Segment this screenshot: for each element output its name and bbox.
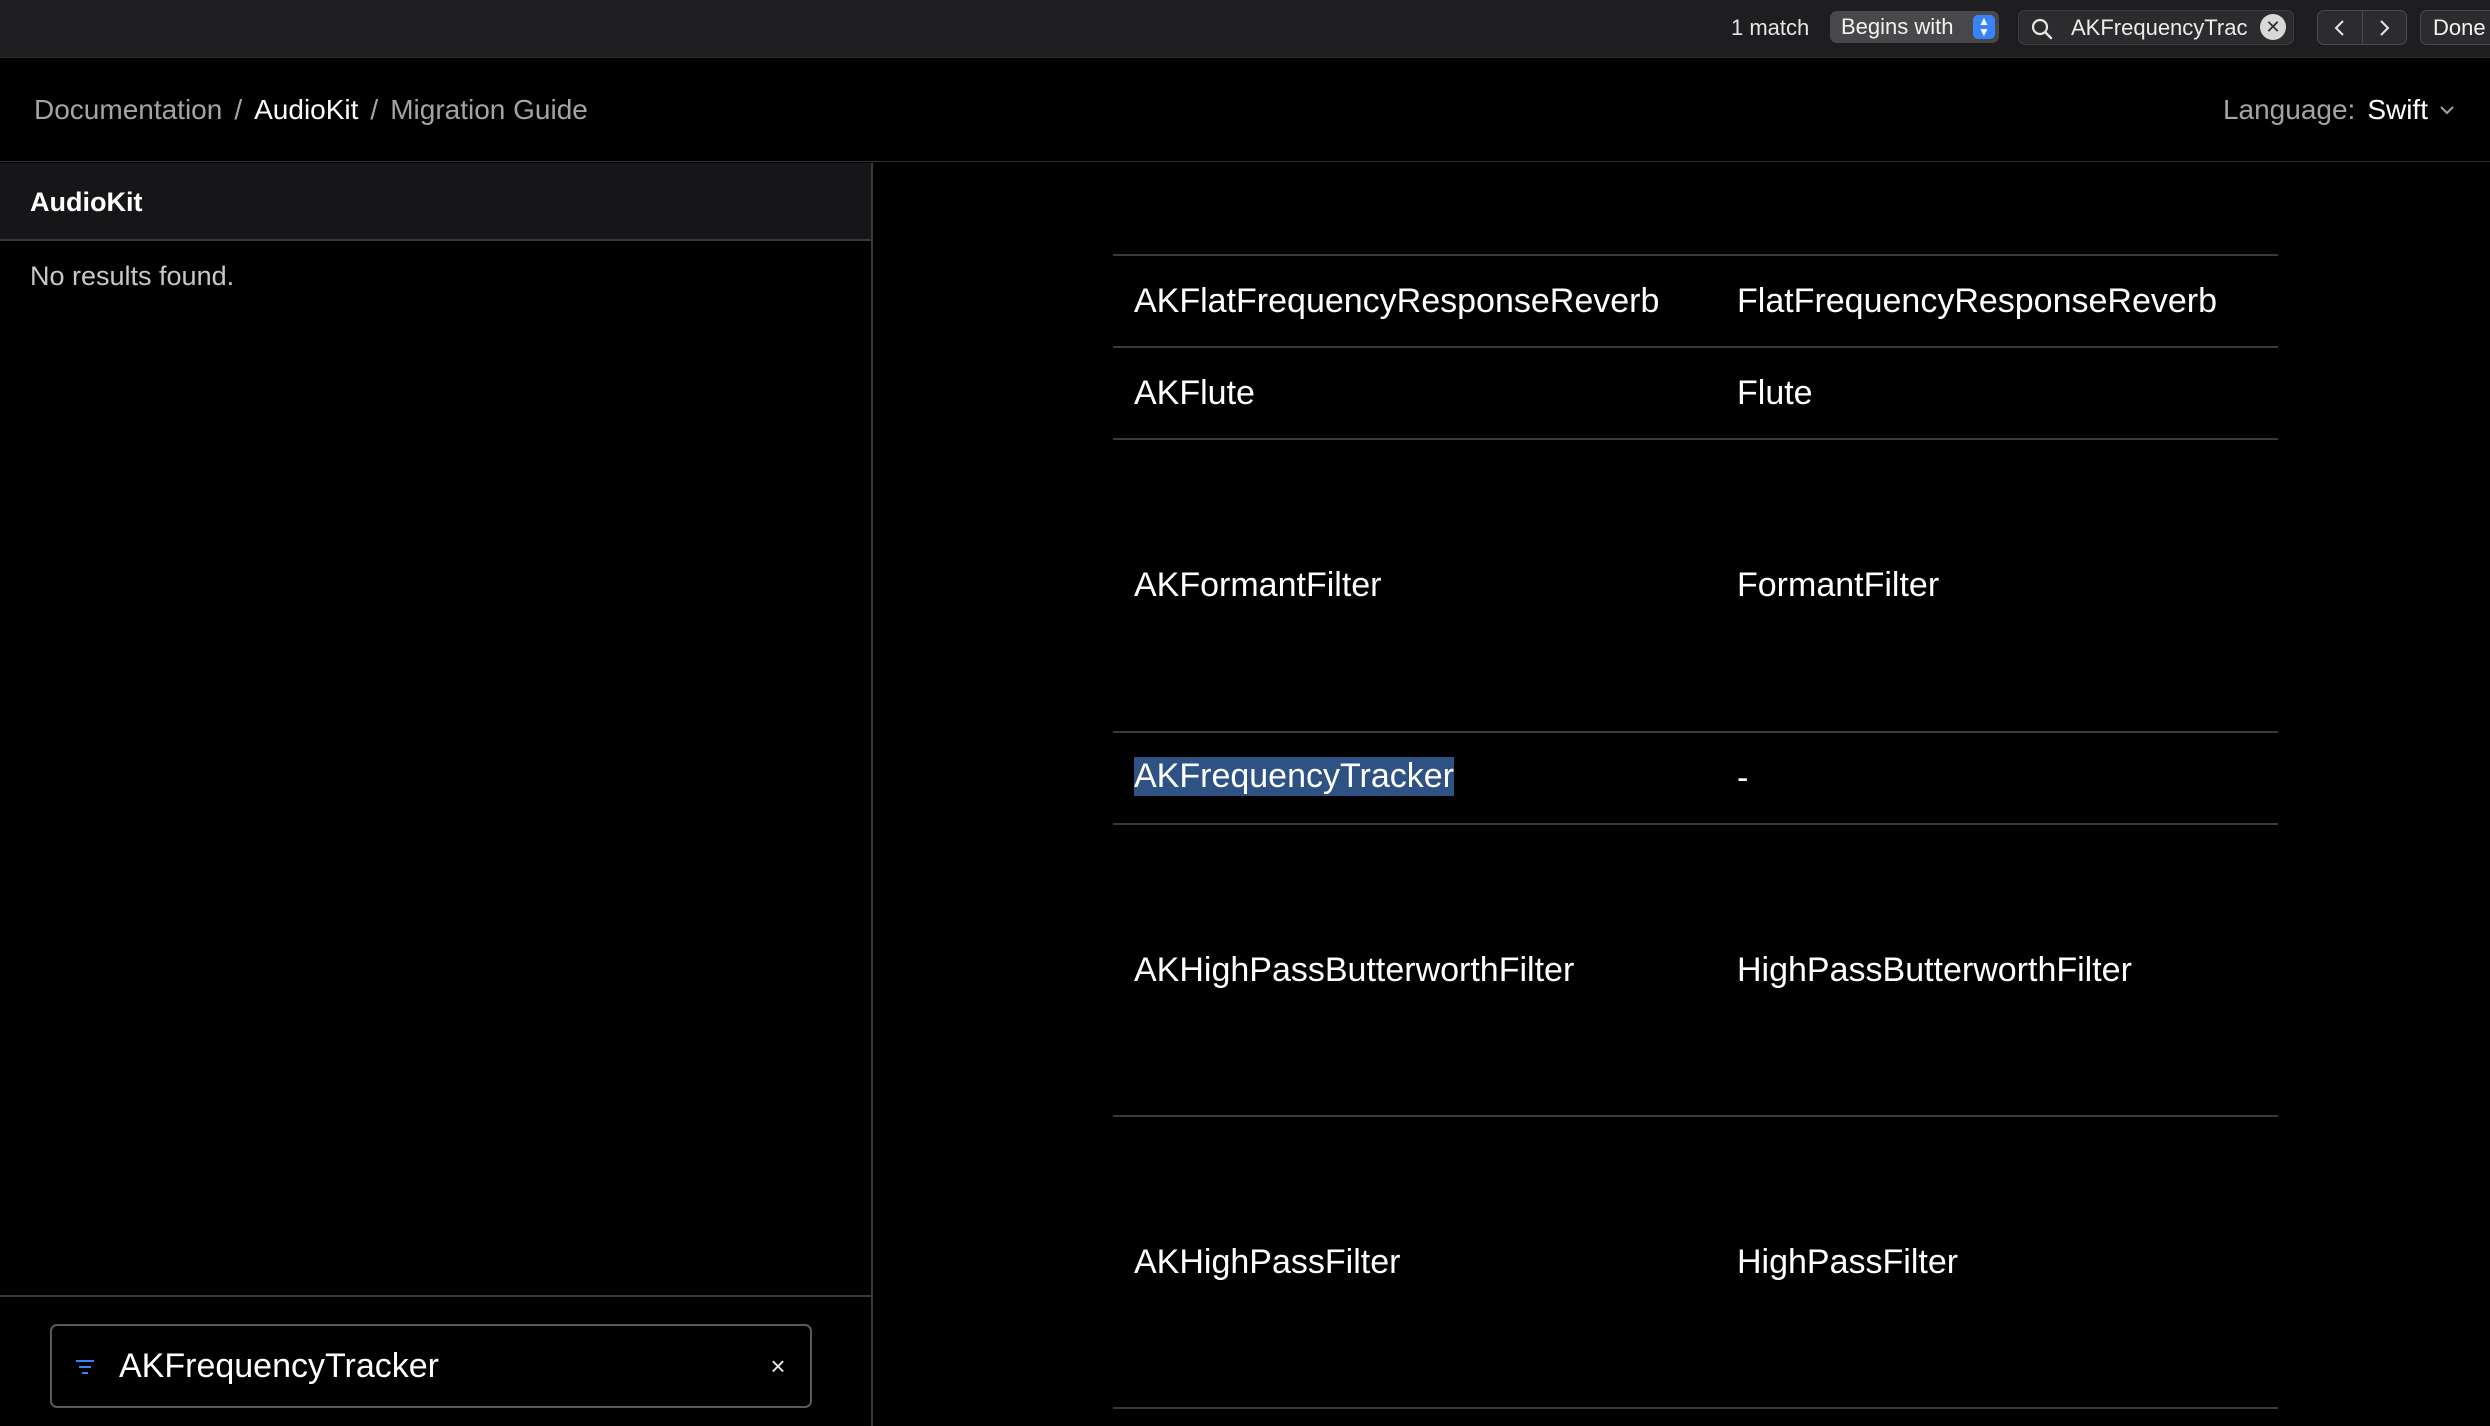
old-symbol-cell: AKFormantFilter [1134, 566, 1382, 604]
clear-filter-icon[interactable]: × [764, 1352, 792, 1380]
new-symbol-cell: FormantFilter [1737, 566, 1940, 604]
old-symbol-cell: AKHighPassFilter [1134, 1243, 1401, 1281]
migration-table: AKFlatFrequencyResponseReverb FlatFreque… [1113, 254, 2278, 1409]
new-symbol-cell: FlatFrequencyResponseReverb [1737, 282, 2218, 320]
new-symbol-cell: HighPassButterworthFilter [1737, 951, 2132, 989]
table-row: AKFrequencyTracker - [1113, 733, 2278, 825]
breadcrumb-separator: / [370, 94, 379, 125]
match-navigation [2317, 10, 2407, 45]
new-symbol-cell: - [1737, 759, 1749, 797]
table-row: AKHighPassFilter HighPassFilter [1113, 1117, 2278, 1409]
done-button[interactable]: Done [2420, 10, 2490, 45]
previous-match-button[interactable] [2318, 11, 2362, 44]
find-query: AKFrequencyTrac [2071, 15, 2248, 40]
old-symbol-cell: AKHighPassButterworthFilter [1134, 951, 1575, 989]
search-icon [2031, 18, 2053, 40]
breadcrumb-documentation[interactable]: Documentation [34, 94, 222, 126]
find-bar: 1 match Begins with ▲ ▼ AKFrequencyTrac ✕… [0, 0, 2490, 58]
filter-icon [76, 1360, 94, 1374]
new-symbol-cell: Flute [1737, 374, 1813, 412]
language-value[interactable]: Swift [2367, 94, 2428, 126]
old-symbol-cell-highlighted: AKFrequencyTracker [1134, 757, 1454, 796]
breadcrumb-audiokit[interactable]: AudioKit [254, 94, 358, 126]
new-symbol-cell: HighPassFilter [1737, 1243, 1959, 1281]
filter-value: AKFrequencyTracker [119, 1347, 439, 1385]
next-match-button[interactable] [2361, 11, 2407, 44]
table-row: AKFormantFilter FormantFilter [1113, 440, 2278, 733]
clear-search-icon[interactable]: ✕ [2260, 14, 2286, 40]
match-count: 1 match [1731, 15, 1810, 40]
breadcrumb: Documentation / AudioKit / Migration Gui… [34, 58, 588, 162]
language-selector[interactable]: Language: Swift [2223, 58, 2456, 162]
documentation-header: Documentation / AudioKit / Migration Gui… [0, 58, 2490, 162]
old-symbol-cell: AKFlatFrequencyResponseReverb [1134, 282, 1660, 320]
find-search-field[interactable]: AKFrequencyTrac [2018, 10, 2294, 45]
chevron-down-icon [2440, 106, 2454, 115]
language-label: Language: [2222, 94, 2356, 125]
table-row: AKFlute Flute [1113, 348, 2278, 440]
breadcrumb-migration-guide: Migration Guide [390, 94, 588, 125]
filter-area: AKFrequencyTracker × [0, 1295, 871, 1426]
chevron-right-icon [2380, 19, 2390, 36]
navigator-sidebar: AudioKit No results found. AKFrequencyTr… [0, 163, 873, 1426]
chevron-left-icon [2334, 19, 2344, 36]
table-row: AKHighPassButterworthFilter HighPassButt… [1113, 825, 2278, 1117]
find-mode-label: Begins with [1841, 14, 1954, 39]
filter-input[interactable]: AKFrequencyTracker × [50, 1324, 812, 1408]
no-results-message: No results found. [30, 261, 235, 291]
breadcrumb-separator: / [234, 94, 243, 125]
find-mode-select[interactable]: Begins with ▲ ▼ [1830, 11, 1999, 43]
sidebar-title[interactable]: AudioKit [0, 163, 871, 241]
table-row: AKFlatFrequencyResponseReverb FlatFreque… [1113, 256, 2278, 348]
old-symbol-cell: AKFlute [1134, 374, 1255, 412]
stepper-icon: ▲ ▼ [1973, 15, 1995, 39]
